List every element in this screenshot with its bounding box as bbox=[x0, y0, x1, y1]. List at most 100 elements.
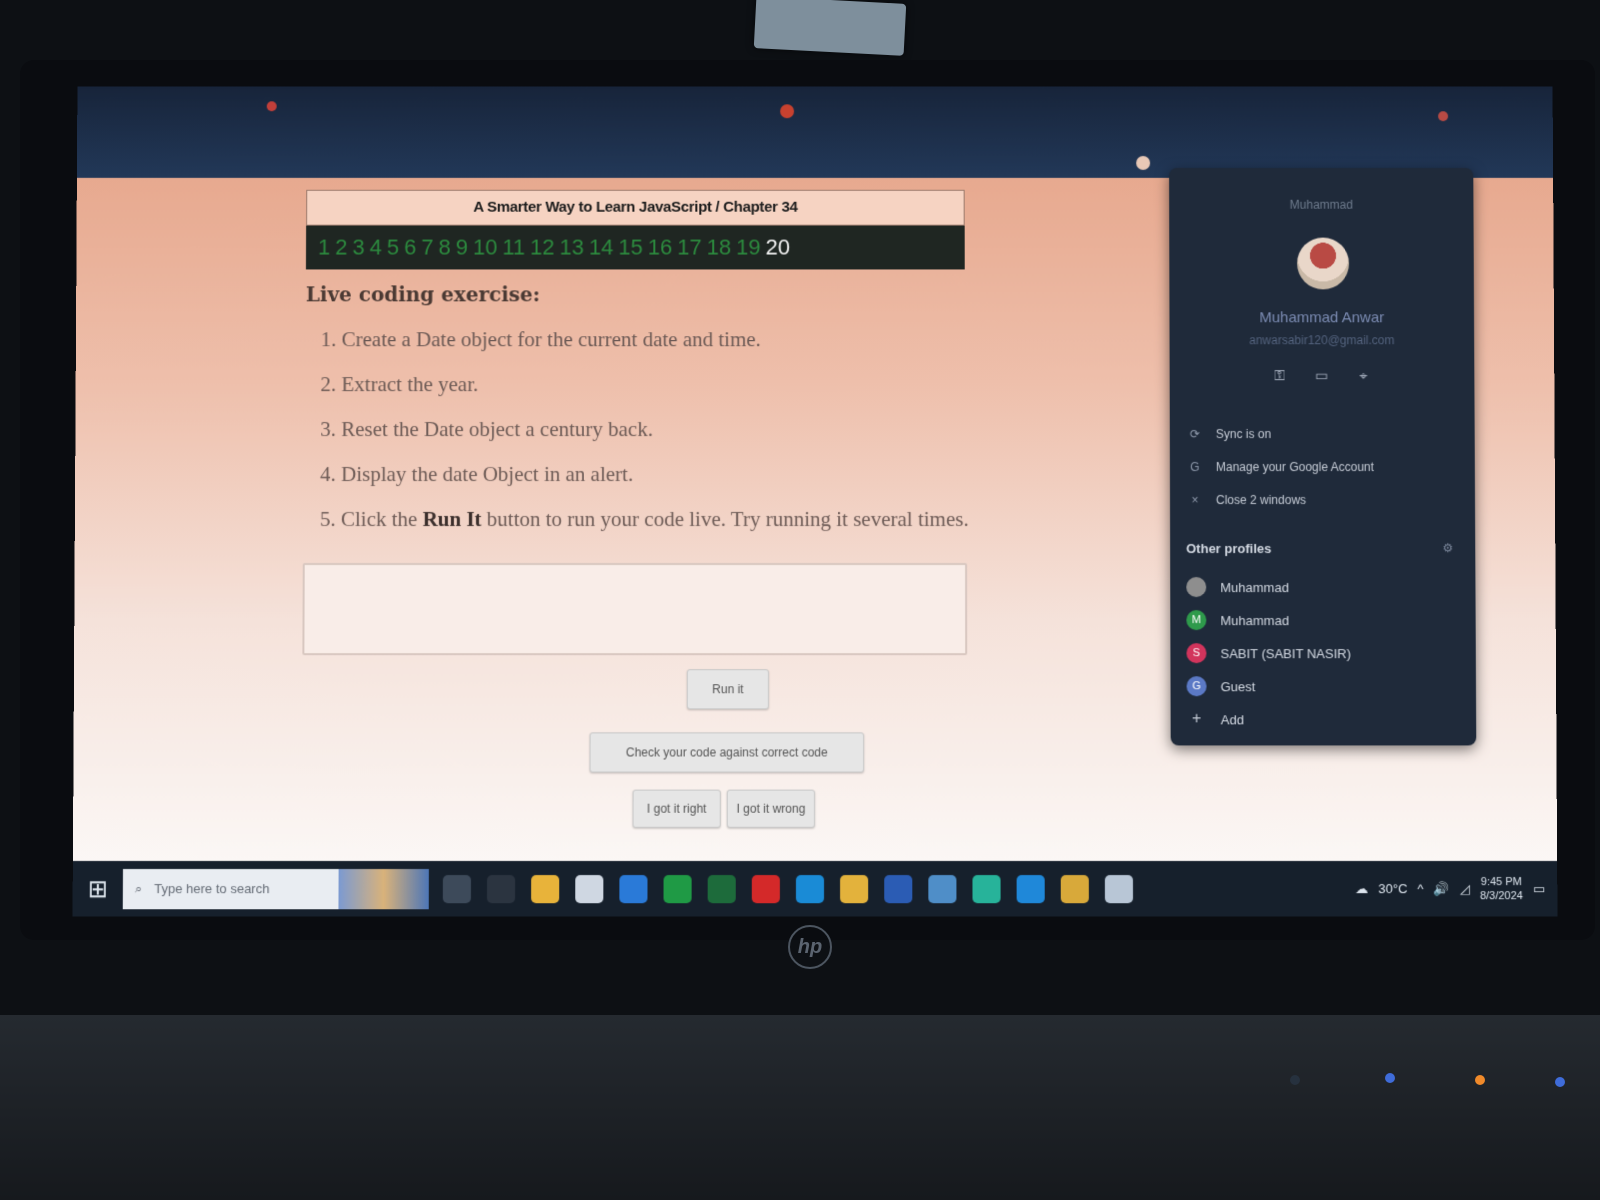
vscode-icon[interactable] bbox=[1016, 874, 1045, 903]
chapter-link[interactable]: 11 bbox=[502, 235, 525, 261]
chapter-link[interactable]: 19 bbox=[736, 235, 760, 261]
exercise-heading: Live coding exercise: bbox=[305, 282, 541, 307]
search-placeholder: Type here to search bbox=[154, 881, 270, 897]
hp-logo: hp bbox=[788, 925, 832, 969]
chrome-icon[interactable] bbox=[840, 874, 869, 903]
youtube-icon[interactable] bbox=[751, 874, 780, 903]
system-tray: ☁ 30°C ^ 🔊 ◿ 9:45 PM 8/3/2024 ▭ bbox=[1355, 875, 1557, 903]
chapter-link[interactable]: 9 bbox=[456, 235, 468, 261]
chevron-up-icon[interactable]: ^ bbox=[1417, 881, 1423, 896]
key-icon[interactable]: ⚿ bbox=[1270, 367, 1290, 383]
notepad-icon[interactable] bbox=[928, 874, 957, 903]
windows-start-icon[interactable]: ⊞ bbox=[73, 875, 123, 903]
status-led bbox=[1475, 1075, 1485, 1085]
chapter-link[interactable]: 12 bbox=[530, 235, 554, 261]
mail-icon[interactable] bbox=[619, 874, 648, 903]
add-profile-row[interactable]: + Add bbox=[1187, 709, 1244, 729]
book-title: A Smarter Way to Learn JavaScript / Chap… bbox=[306, 189, 965, 226]
chapter-link[interactable]: 18 bbox=[707, 235, 731, 261]
windows-taskbar: ⊞ ⌕ Type here to search ☁ 30°C ^ 🔊 ◿ 9:4… bbox=[72, 860, 1558, 917]
task-view-icon[interactable] bbox=[442, 874, 471, 903]
profile-row[interactable]: Muhammad bbox=[1186, 577, 1289, 598]
run-it-button[interactable]: Run it bbox=[686, 669, 769, 710]
calendar-icon[interactable] bbox=[575, 874, 604, 903]
chapter-link[interactable]: 6 bbox=[404, 235, 416, 261]
taskbar-clock[interactable]: 9:45 PM 8/3/2024 bbox=[1480, 875, 1523, 903]
menu-item-close-windows[interactable]: × Close 2 windows bbox=[1188, 493, 1306, 507]
chapter-link[interactable]: 5 bbox=[387, 235, 399, 261]
got-it-wrong-button[interactable]: I got it wrong bbox=[726, 789, 815, 828]
excel-icon[interactable] bbox=[707, 874, 736, 903]
app-diamond-icon[interactable] bbox=[972, 874, 1001, 903]
word-icon[interactable] bbox=[884, 874, 913, 903]
profile-avatar-button[interactable] bbox=[1136, 155, 1151, 170]
chapter-link[interactable]: 10 bbox=[473, 235, 498, 261]
notification-icon[interactable]: ▭ bbox=[1533, 881, 1545, 897]
code-input-area[interactable] bbox=[302, 563, 968, 656]
taskbar-search[interactable]: ⌕ Type here to search bbox=[122, 868, 429, 909]
tab-favicon[interactable] bbox=[266, 101, 277, 112]
speaker-icon[interactable]: 🔊 bbox=[1434, 881, 1450, 897]
window-close-icon[interactable] bbox=[1438, 111, 1449, 122]
file-explorer-icon[interactable] bbox=[531, 874, 560, 903]
settings-gear-icon[interactable]: ⚙ bbox=[1442, 541, 1453, 555]
got-it-right-button[interactable]: I got it right bbox=[632, 789, 721, 828]
menu-item-google-account[interactable]: G Manage your Google Account bbox=[1188, 460, 1374, 474]
weather-icon[interactable]: ☁ bbox=[1355, 881, 1368, 897]
sheets-icon[interactable] bbox=[663, 874, 692, 903]
close-icon: × bbox=[1191, 493, 1199, 507]
chapter-link[interactable]: 17 bbox=[677, 235, 701, 261]
profile-menu-panel: Muhammad Muhammad Anwar anwarsabir120@gm… bbox=[1169, 167, 1477, 746]
add-icon: + bbox=[1191, 710, 1202, 728]
chapter-link[interactable]: 1 bbox=[318, 235, 330, 261]
chapter-link[interactable]: 15 bbox=[618, 235, 642, 261]
chapter-link[interactable]: 14 bbox=[589, 235, 613, 261]
step-item: 2. Extract the year. bbox=[320, 372, 479, 397]
profile-avatar-icon bbox=[1186, 577, 1207, 598]
step-item: 1. Create a Date object for the current … bbox=[320, 327, 761, 352]
profile-quick-actions: ⚿ ▭ ⌖ bbox=[1270, 367, 1374, 383]
weather-temp[interactable]: 30°C bbox=[1378, 881, 1407, 896]
google-icon: G bbox=[1190, 460, 1200, 475]
step-item: 5. Click the Run It button to run your c… bbox=[319, 506, 969, 532]
location-pin-icon[interactable]: ⌖ bbox=[1353, 367, 1373, 383]
check-code-button[interactable]: Check your code against correct code bbox=[589, 732, 865, 773]
network-icon[interactable]: ◿ bbox=[1460, 881, 1470, 897]
chapter-navigation: 1 2 3 4 5 6 7 8 9 10 11 12 13 14 15 16 17 18 19 20 bbox=[305, 225, 965, 270]
status-led bbox=[1385, 1073, 1395, 1083]
widgets-icon[interactable] bbox=[486, 874, 516, 903]
profile-row[interactable]: S SABIT (SABIT NASIR) bbox=[1186, 643, 1351, 664]
profile-row[interactable]: M Muhammad bbox=[1186, 610, 1289, 631]
chapter-link[interactable]: 7 bbox=[421, 235, 433, 261]
payment-card-icon[interactable]: ▭ bbox=[1311, 367, 1331, 383]
extension-icon[interactable] bbox=[780, 104, 795, 119]
laptop-screen: A Smarter Way to Learn JavaScript / Chap… bbox=[72, 86, 1558, 917]
avatar bbox=[1296, 237, 1350, 290]
chapter-link[interactable]: 13 bbox=[560, 235, 584, 261]
webcam-tape bbox=[753, 0, 907, 56]
profile-row-guest[interactable]: G Guest bbox=[1186, 676, 1256, 697]
search-icon: ⌕ bbox=[134, 880, 143, 896]
chapter-link[interactable]: 16 bbox=[648, 235, 672, 261]
profile-email: anwarsabir120@gmail.com bbox=[1249, 333, 1395, 348]
keyboard-deck bbox=[0, 1015, 1600, 1200]
chapter-link[interactable]: 4 bbox=[370, 235, 382, 261]
profile-avatar-icon: M bbox=[1186, 610, 1207, 631]
guest-icon: G bbox=[1186, 676, 1207, 697]
chapter-link[interactable]: 20 bbox=[766, 235, 790, 261]
chapter-link[interactable]: 8 bbox=[438, 235, 450, 261]
menu-item-sync[interactable]: ⟳ Sync is on bbox=[1188, 427, 1271, 441]
browser-toolbar bbox=[76, 86, 1554, 178]
step-item: 3. Reset the Date object a century back. bbox=[320, 417, 654, 442]
other-profiles-title: Other profiles bbox=[1186, 541, 1272, 557]
profile-top-name: Muhammad bbox=[1289, 197, 1353, 212]
edge-icon[interactable] bbox=[795, 874, 825, 903]
clock-time: 9:45 PM bbox=[1480, 875, 1522, 888]
onedrive-icon[interactable] bbox=[1104, 874, 1134, 903]
step-item: 4. Display the date Object in an alert. bbox=[320, 462, 634, 487]
taskbar-apps bbox=[442, 874, 1134, 903]
chapter-link[interactable]: 2 bbox=[335, 235, 347, 261]
chapter-link[interactable]: 3 bbox=[352, 235, 364, 261]
book-header: A Smarter Way to Learn JavaScript / Chap… bbox=[305, 189, 965, 270]
chrome-active-icon[interactable] bbox=[1060, 874, 1089, 903]
